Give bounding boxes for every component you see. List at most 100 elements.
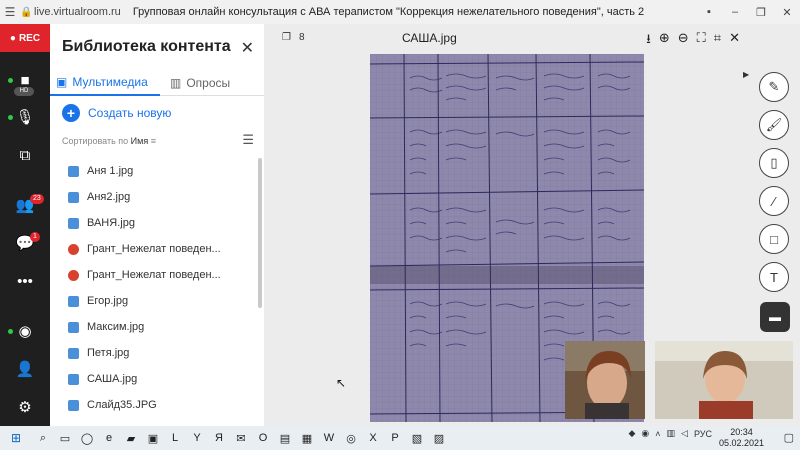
file-list: Аня 1.jpg Аня2.jpg ВАНЯ.jpg Грант_Нежелат п… [50, 158, 256, 418]
marker-tool-icon[interactable]: ▯ [759, 148, 789, 178]
crop-icon[interactable]: ⌗ [714, 30, 721, 52]
pencil-tool-icon[interactable]: ✎ [759, 72, 789, 102]
yandex-icon[interactable]: Я [208, 432, 230, 444]
volume-icon[interactable]: ◁ [681, 428, 688, 439]
participant-video-1[interactable] [565, 341, 645, 419]
menu-icon[interactable]: ☰ [0, 5, 20, 19]
tray-app-icon[interactable]: ◉ [641, 428, 649, 439]
media-icon[interactable]: ▨ [428, 432, 450, 445]
rectangle-tool-icon[interactable]: □ [759, 224, 789, 254]
close-viewer-icon[interactable]: ✕ [729, 30, 740, 52]
store-icon[interactable]: ▣ [142, 432, 164, 445]
download-icon[interactable]: ⭳ [646, 30, 651, 52]
file-list-item[interactable]: Петя.jpg [50, 340, 256, 366]
minimize-button[interactable]: – [722, 6, 748, 19]
edge-browser-icon[interactable]: e [98, 432, 120, 444]
file-list-item[interactable]: ВАНЯ.jpg [50, 210, 256, 236]
file-list-item[interactable]: Аня2.jpg [50, 184, 256, 210]
image-file-icon [68, 295, 79, 307]
task-view-icon[interactable]: ▭ [54, 432, 76, 445]
system-clock[interactable]: 20:34 05.02.2021 [719, 427, 764, 449]
chat-panel-button[interactable]: ▬ [760, 302, 790, 332]
window-controls: ▪ – ❐ ✕ [696, 6, 800, 19]
add-user-icon[interactable]: 👤 [0, 360, 50, 378]
library-tabs: ▣ Мультимедиа ▥ Опросы [50, 70, 264, 96]
notifications-icon[interactable]: ▢ [784, 431, 794, 444]
expand-arrow-icon[interactable]: ▶ [743, 70, 749, 79]
file-list-item[interactable]: САША.jpg [50, 366, 256, 392]
language-indicator[interactable]: РУС [694, 429, 712, 439]
file-list-item[interactable]: Максим.jpg [50, 314, 256, 340]
tab-polls[interactable]: ▥ Опросы [170, 70, 260, 96]
participant-video-2[interactable] [655, 341, 793, 419]
file-list-item[interactable]: Слайд35.JPG [50, 392, 256, 418]
file-list-item[interactable]: Грант_Нежелат поведен... [50, 236, 256, 262]
chrome-icon[interactable]: ◎ [340, 432, 362, 445]
image-file-icon [68, 191, 79, 203]
participant-1-image [565, 341, 645, 419]
chat-icon[interactable]: 💬 [0, 234, 50, 252]
zoom-in-icon[interactable]: ⊕ [659, 30, 670, 52]
file-list-scrollbar[interactable] [258, 158, 262, 308]
windows-start-icon[interactable]: ⊞ [0, 431, 32, 445]
camera-icon[interactable]: ■ [0, 72, 50, 89]
file-name: САША.jpg [87, 373, 138, 385]
photos-icon[interactable]: ▧ [406, 432, 428, 445]
record-circle-icon[interactable]: ◉ [0, 322, 50, 340]
windows-taskbar: ⊞ ⌕ ▭ ◯ e ▰ ▣ L Y Я ✉ O ▤ ▦ W ◎ X P ▧ ▨ … [0, 426, 800, 450]
tab-multimedia[interactable]: ▣ Мультимедиа [50, 70, 160, 96]
screen-share-icon[interactable]: ⧉ [0, 146, 50, 164]
mail-icon[interactable]: ✉ [230, 432, 252, 445]
image-file-icon [68, 217, 79, 229]
line-tool-icon[interactable]: ⁄ [759, 186, 789, 216]
yandex-browser-icon[interactable]: Y [186, 432, 208, 444]
file-name: Грант_Нежелат поведен... [87, 243, 221, 255]
maximize-button[interactable]: ❐ [748, 6, 774, 19]
word-icon[interactable]: W [318, 432, 340, 444]
page-counter[interactable]: ❐ 8 [282, 32, 305, 43]
camera-status-icon[interactable]: ▪ [696, 6, 722, 19]
close-panel-icon[interactable]: ✕ [241, 38, 254, 58]
powerpoint-icon[interactable]: P [384, 432, 406, 444]
opera-icon[interactable]: O [252, 432, 274, 444]
address-bar[interactable]: live.virtualroom.ru [34, 6, 121, 18]
tray-up-icon[interactable]: ˄ [655, 429, 660, 439]
sort-control[interactable]: Сортировать по Имя ≡ [62, 136, 156, 146]
record-button[interactable]: ● REC [0, 24, 50, 52]
library-title: Библиотека контента [62, 38, 231, 55]
media-icon: ▣ [56, 75, 68, 89]
search-icon[interactable]: ⌕ [32, 432, 54, 445]
hd-toggle[interactable]: HD [14, 87, 34, 96]
settings-icon[interactable]: ⚙ [0, 398, 50, 416]
fit-screen-icon[interactable]: ⛶ [697, 30, 706, 52]
content-library-panel: Библиотека контента ✕ ▣ Мультимедиа ▥ Оп… [50, 24, 264, 426]
sort-prefix: Сортировать по [62, 136, 129, 146]
document-icon[interactable]: ▦ [296, 432, 318, 445]
excel-icon[interactable]: X [362, 432, 384, 444]
network-icon[interactable]: ▥ [667, 428, 676, 439]
file-explorer-icon[interactable]: ▰ [120, 432, 142, 445]
file-list-item[interactable]: Егор.jpg [50, 288, 256, 314]
tab-label: Мультимедиа [72, 75, 148, 89]
microphone-icon[interactable]: 🎙 [0, 108, 50, 126]
close-window-button[interactable]: ✕ [774, 6, 800, 19]
pdf-reader-icon[interactable]: ▤ [274, 432, 296, 445]
more-icon[interactable]: ••• [0, 272, 50, 290]
filter-icon[interactable]: ☰ [242, 132, 254, 148]
image-file-icon [68, 373, 79, 385]
alice-icon[interactable]: ◯ [76, 432, 98, 445]
lock-icon: 🔒 [20, 6, 33, 18]
file-name: Аня2.jpg [87, 191, 131, 203]
create-new-button[interactable]: + Создать новую [62, 104, 171, 122]
document-file-icon [68, 269, 79, 281]
file-list-item[interactable]: Аня 1.jpg [50, 158, 256, 184]
file-list-item[interactable]: Грант_Нежелат поведен... [50, 262, 256, 288]
app-l-icon[interactable]: L [164, 432, 186, 444]
zoom-out-icon[interactable]: ⊖ [678, 30, 689, 52]
tray-app-icon[interactable]: ◆ [628, 428, 635, 439]
page-title: Групповая онлайн консультация с АВА тера… [132, 6, 645, 18]
text-tool-icon[interactable]: T [759, 262, 789, 292]
image-file-icon [68, 347, 79, 359]
viewer-toolbar: ❐ 8 САША.jpg ⭳ ⊕ ⊖ ⛶ ⌗ ✕ [264, 24, 740, 54]
brush-tool-icon[interactable]: 🖌 [759, 110, 789, 140]
